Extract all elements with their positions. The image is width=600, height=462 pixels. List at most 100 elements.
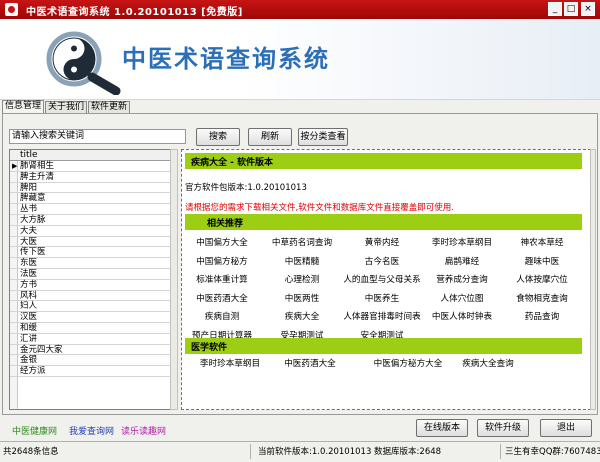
minimize-button[interactable]: _ <box>548 2 562 16</box>
term-list[interactable]: title ▶ 肺肾相生 脾主升清 脾阳 脾藏意 丛书 大方脉 大夫 大医 传下医 东医 法医 方书 风科… <box>9 149 177 410</box>
recommend-link[interactable]: 古今名医 <box>342 255 422 267</box>
recommend-link[interactable]: 中医养生 <box>342 292 422 304</box>
banner: 中医术语查询系统 <box>0 19 600 100</box>
footer-link-health[interactable]: 中医健康网 <box>12 424 57 437</box>
recommend-link[interactable]: 食物相克查询 <box>502 292 582 304</box>
list-item-label: 妇人 <box>20 301 38 312</box>
list-item[interactable]: 金元四大家 <box>10 345 176 356</box>
footer-link-fun[interactable]: 读乐读趣网 <box>121 424 166 437</box>
list-item-label: 金元四大家 <box>20 344 63 355</box>
list-item[interactable]: 大方脉 <box>10 215 176 226</box>
list-rows: ▶ 肺肾相生 脾主升清 脾阳 脾藏意 丛书 大方脉 大夫 大医 传下医 东医 法医 方书 风科 妇人 汉医 和缓… <box>10 161 176 377</box>
list-item[interactable]: 方书 <box>10 280 176 291</box>
recommend-link[interactable]: 药品查询 <box>502 310 582 322</box>
content-panel: 疾病大全 - 软件版本 官方软件包版本:1.0.20101013 请根据您的需求… <box>181 149 591 410</box>
recommend-link[interactable]: 黄帝内经 <box>342 236 422 248</box>
list-item[interactable]: 汇讲 <box>10 334 176 345</box>
footer-link-query[interactable]: 我爱查询网 <box>69 424 114 437</box>
list-item-label: 汉医 <box>20 312 38 323</box>
column-title: title <box>20 150 38 160</box>
yin-yang-magnifier-icon <box>46 31 121 95</box>
medical-link[interactable]: 疾病大全查询 <box>440 357 536 369</box>
list-item[interactable]: 东医 <box>10 258 176 269</box>
list-item[interactable]: 金银 <box>10 355 176 367</box>
recommend-link[interactable]: 趣味中医 <box>502 255 582 267</box>
recommend-link[interactable]: 标准体重计算 <box>182 273 262 285</box>
list-item-label: 风科 <box>20 290 38 301</box>
list-header: title <box>10 150 176 161</box>
list-item[interactable]: 大夫 <box>10 226 176 237</box>
refresh-button[interactable]: 刷新 <box>248 128 292 146</box>
recommend-link[interactable]: 中国偏方秘方 <box>182 255 262 267</box>
section-recommend-title: 相关推荐 <box>207 219 244 229</box>
search-input[interactable]: 请输入搜索关键词 <box>9 129 186 144</box>
list-item-label: 脾主升清 <box>20 171 55 182</box>
list-item-label: 东医 <box>20 258 38 269</box>
recommend-link[interactable]: 疾病大全 <box>262 310 342 322</box>
list-item[interactable]: 法医 <box>10 269 176 280</box>
upgrade-button[interactable]: 软件升级 <box>477 419 529 437</box>
list-scrollbar[interactable] <box>170 149 178 410</box>
list-item[interactable]: 大医 <box>10 237 176 248</box>
recommend-link[interactable]: 神农本草经 <box>502 236 582 248</box>
content-scrollbar[interactable] <box>590 149 596 410</box>
list-item[interactable]: 和缓 <box>10 323 176 334</box>
list-item-label: 大医 <box>20 236 38 247</box>
update-notice: 请根据您的需求下载相关文件,软件文件和数据库文件直接覆盖即可使用. <box>185 203 454 213</box>
list-item-label: 法医 <box>20 268 38 279</box>
list-item[interactable]: 汉医 <box>10 312 176 323</box>
recommend-link[interactable]: 中国偏方大全 <box>182 236 262 248</box>
maximize-button[interactable]: □ <box>564 2 578 16</box>
search-button[interactable]: 搜索 <box>196 128 240 146</box>
status-bar: 共2648条信息 当前软件版本:1.0.20101013 数据库版本:2648 … <box>0 441 600 462</box>
category-view-button[interactable]: 按分类查看 <box>298 128 348 146</box>
recommend-link[interactable]: 人体器官排毒时间表 <box>342 310 422 322</box>
version-line: 官方软件包版本:1.0.20101013 <box>185 183 307 193</box>
list-item-label: 方书 <box>20 279 38 290</box>
list-item-label: 肺肾相生 <box>20 161 55 171</box>
list-item-label: 大夫 <box>20 225 38 236</box>
tab-info-management[interactable]: 信息管理 <box>2 100 44 114</box>
recommend-link[interactable]: 人的血型与父母关系 <box>342 273 422 285</box>
list-item[interactable]: ▶ 肺肾相生 <box>10 161 176 172</box>
medical-link[interactable]: 中医药酒大全 <box>262 357 358 369</box>
list-item-label: 经方派 <box>20 366 46 377</box>
section-medical-bar: 医学软件 <box>185 338 582 354</box>
recommend-link[interactable]: 疾病自测 <box>182 310 262 322</box>
recommend-link[interactable]: 李时珍本草纲目 <box>422 236 502 248</box>
list-item-label: 脾阳 <box>20 182 38 193</box>
app-name: 中医术语查询系统 <box>122 45 330 73</box>
section-recommend-bar: 相关推荐 <box>185 214 582 230</box>
list-item[interactable]: 经方派 <box>10 366 176 377</box>
recommend-link[interactable]: 心理检测 <box>262 273 342 285</box>
recommend-link[interactable]: 中草药名词查询 <box>262 236 342 248</box>
window-title: 中医术语查询系统 1.0.20101013 [免费版] <box>26 7 243 18</box>
section-medical-title: 医学软件 <box>191 343 228 353</box>
close-button[interactable]: × <box>581 2 595 16</box>
content-header-bar: 疾病大全 - 软件版本 <box>185 153 582 169</box>
list-item[interactable]: 脾主升清 <box>10 172 176 183</box>
version-info: 当前软件版本:1.0.20101013 数据库版本:2648 <box>258 447 442 457</box>
title-bar: 中医术语查询系统 1.0.20101013 [免费版] _ □ × <box>0 0 600 19</box>
recommend-link[interactable]: 营养成分查询 <box>422 273 502 285</box>
app-icon <box>5 3 18 16</box>
list-item[interactable]: 丛书 <box>10 204 176 215</box>
list-item[interactable]: 脾阳 <box>10 183 176 194</box>
list-item-label: 金银 <box>20 355 38 366</box>
list-item-label: 脾藏意 <box>20 193 46 204</box>
status-separator <box>500 444 501 459</box>
recommend-link[interactable]: 中医药酒大全 <box>182 292 262 304</box>
exit-button[interactable]: 退出 <box>540 419 592 437</box>
list-item[interactable]: 脾藏意 <box>10 193 176 205</box>
recommend-link[interactable]: 人体按摩穴位 <box>502 273 582 285</box>
list-item[interactable]: 传下医 <box>10 247 176 259</box>
list-item[interactable]: 妇人 <box>10 301 176 313</box>
recommend-link[interactable]: 人体穴位图 <box>422 292 502 304</box>
recommend-link[interactable]: 中医人体时钟表 <box>422 310 502 322</box>
online-version-button[interactable]: 在线版本 <box>416 419 468 437</box>
record-count: 共2648条信息 <box>3 447 59 457</box>
list-item[interactable]: 风科 <box>10 291 176 302</box>
recommend-link[interactable]: 扁鹊难经 <box>422 255 502 267</box>
recommend-link[interactable]: 中医两性 <box>262 292 342 304</box>
recommend-link[interactable]: 中医精髓 <box>262 255 342 267</box>
